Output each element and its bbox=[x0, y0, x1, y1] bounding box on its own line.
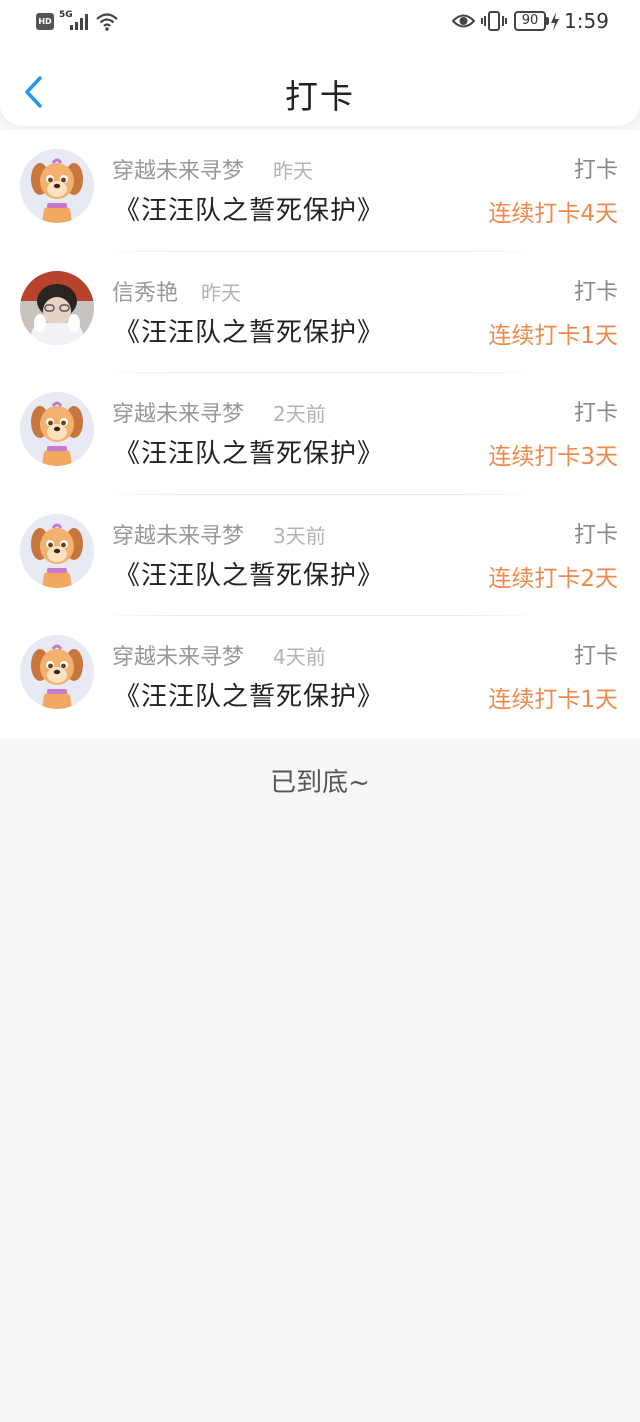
end-of-list-label: 已到底~ bbox=[270, 768, 370, 798]
action-label: 打卡 bbox=[573, 158, 618, 183]
page-title: 打卡 bbox=[285, 77, 355, 116]
avatar[interactable] bbox=[20, 149, 94, 223]
cartoon-dog-avatar-icon bbox=[20, 635, 94, 710]
book-title[interactable]: 《汪汪队之誓死保护》 bbox=[114, 555, 384, 592]
book-title[interactable]: 《汪汪队之誓死保护》 bbox=[114, 433, 384, 470]
checkin-time: 3天前 bbox=[273, 523, 326, 548]
checkin-time: 2天前 bbox=[273, 402, 326, 427]
avatar[interactable] bbox=[20, 635, 94, 710]
book-title[interactable]: 《汪汪队之誓死保护》 bbox=[114, 190, 384, 227]
checkin-item[interactable]: 穿越未来寻梦 4天前 《汪汪队之誓死保护》 打卡 连续打卡1天 bbox=[0, 616, 640, 738]
vibrate-icon bbox=[481, 11, 507, 31]
user-name[interactable]: 穿越未来寻梦 bbox=[112, 396, 244, 428]
user-name[interactable]: 穿越未来寻梦 bbox=[112, 153, 244, 185]
battery-indicator: 90 bbox=[514, 11, 546, 31]
streak-label: 连续打卡1天 bbox=[488, 687, 618, 714]
cartoon-dog-avatar-icon bbox=[20, 513, 94, 588]
streak-label: 连续打卡1天 bbox=[488, 322, 618, 349]
avatar[interactable] bbox=[20, 513, 94, 588]
action-label: 打卡 bbox=[573, 279, 618, 305]
avatar[interactable] bbox=[20, 392, 94, 467]
battery-tip bbox=[546, 17, 549, 25]
wifi-icon bbox=[96, 13, 118, 31]
charging-icon bbox=[551, 12, 559, 31]
streak-label: 连续打卡3天 bbox=[488, 444, 618, 471]
checkin-item[interactable]: 信秀艳 昨天 《汪汪队之誓死保护》 打卡 连续打卡1天 bbox=[0, 252, 640, 374]
cartoon-dog-avatar-icon bbox=[20, 149, 94, 223]
book-title[interactable]: 《汪汪队之誓死保护》 bbox=[114, 312, 384, 349]
status-bar: HD 5G 90 1:59 bbox=[0, 0, 640, 44]
user-name[interactable]: 信秀艳 bbox=[112, 275, 178, 307]
cartoon-dog-avatar-icon bbox=[20, 392, 94, 467]
hd-badge: HD bbox=[36, 13, 54, 30]
header-card: HD 5G 90 1:59 打卡 bbox=[0, 0, 640, 126]
streak-label: 连续打卡2天 bbox=[488, 565, 618, 592]
eye-icon bbox=[452, 14, 475, 28]
status-time: 1:59 bbox=[564, 9, 609, 33]
checkin-time: 昨天 bbox=[201, 280, 241, 305]
checkin-item[interactable]: 穿越未来寻梦 3天前 《汪汪队之誓死保护》 打卡 连续打卡2天 bbox=[0, 495, 640, 617]
photo-avatar-icon bbox=[20, 270, 94, 345]
avatar[interactable] bbox=[20, 270, 94, 345]
checkin-time: 4天前 bbox=[273, 645, 326, 670]
signal-icon bbox=[70, 14, 88, 30]
streak-label: 连续打卡4天 bbox=[488, 201, 618, 227]
book-title[interactable]: 《汪汪队之誓死保护》 bbox=[114, 676, 384, 713]
user-name[interactable]: 穿越未来寻梦 bbox=[112, 518, 244, 550]
checkin-item[interactable]: 穿越未来寻梦 昨天 《汪汪队之誓死保护》 打卡 连续打卡4天 bbox=[0, 130, 640, 252]
action-label: 打卡 bbox=[573, 401, 618, 427]
checkin-item[interactable]: 穿越未来寻梦 2天前 《汪汪队之誓死保护》 打卡 连续打卡3天 bbox=[0, 373, 640, 495]
action-label: 打卡 bbox=[573, 644, 618, 670]
checkin-list: 穿越未来寻梦 昨天 《汪汪队之誓死保护》 打卡 连续打卡4天 信秀艳 昨天 《汪… bbox=[0, 130, 640, 738]
action-label: 打卡 bbox=[573, 522, 618, 548]
checkin-time: 昨天 bbox=[273, 159, 313, 183]
user-name[interactable]: 穿越未来寻梦 bbox=[112, 639, 244, 671]
